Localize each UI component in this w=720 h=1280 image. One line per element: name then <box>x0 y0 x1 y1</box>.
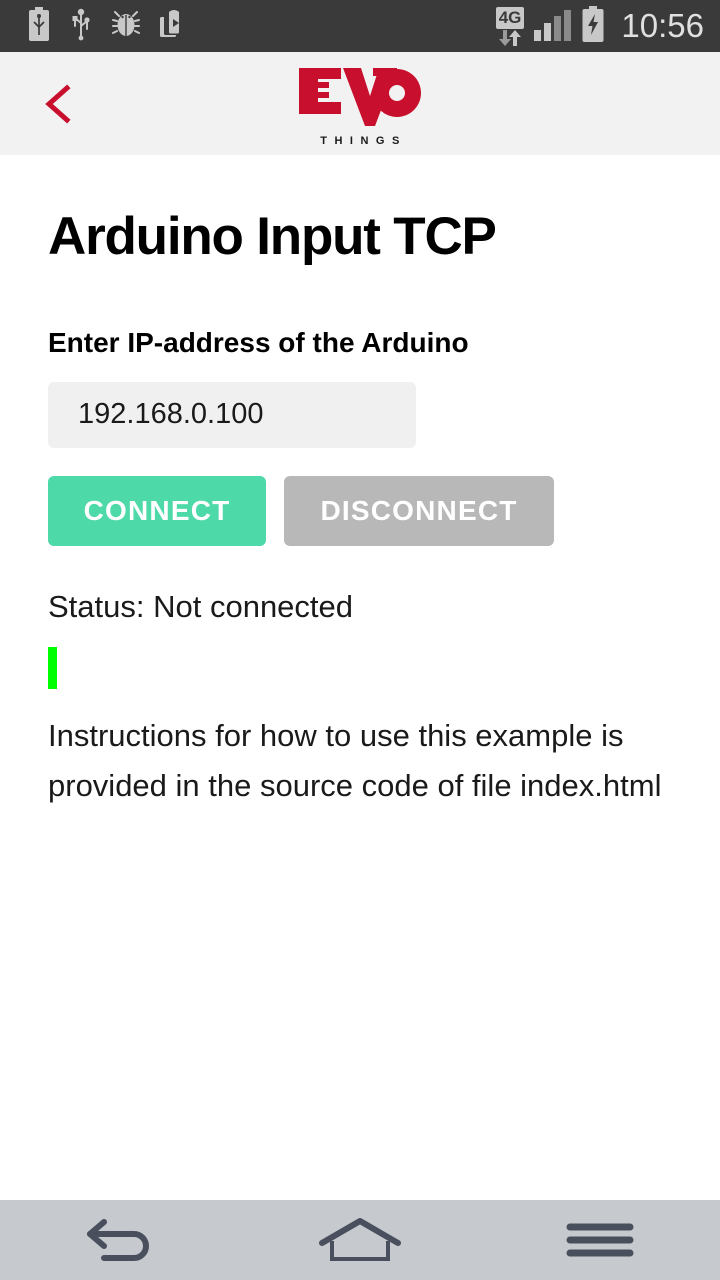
usb-battery-icon <box>28 6 50 46</box>
back-chevron-icon[interactable] <box>36 77 80 131</box>
battery-charging-icon <box>581 5 605 47</box>
connection-status-text: Status: Not connected <box>48 588 354 624</box>
instructions-text: Instructions for how to use this example… <box>48 717 662 803</box>
nav-home-icon[interactable] <box>290 1200 430 1280</box>
ip-address-input[interactable] <box>48 381 416 448</box>
value-indicator-row <box>48 646 672 689</box>
value-indicator-bar <box>48 646 57 689</box>
status-bar-right-icons: 4G 10:56 <box>495 5 704 47</box>
android-navigation-bar <box>0 1200 720 1280</box>
evo-logo-mark <box>299 68 421 131</box>
evothings-logo-subtitle: THINGS <box>320 135 407 147</box>
phone-screen: 4G 10:56 THINGS Arduino Input TCP Enter … <box>0 0 720 1280</box>
android-status-bar: 4G 10:56 <box>0 0 720 52</box>
page-title: Arduino Input TCP <box>48 207 497 266</box>
nav-back-icon[interactable] <box>50 1200 190 1280</box>
network-type-indicator: 4G <box>495 6 525 46</box>
status-bar-left-icons <box>16 6 188 46</box>
connect-button[interactable]: CONNECT <box>48 475 266 546</box>
page-content: Arduino Input TCP Enter IP-address of th… <box>0 155 720 811</box>
debug-bug-icon <box>112 9 140 44</box>
network-type-label: 4G <box>495 6 525 29</box>
status-bar-clock: 10:56 <box>621 7 704 44</box>
evothings-logo: THINGS <box>299 68 421 147</box>
usb-icon <box>70 7 92 46</box>
connection-buttons: CONNECT DISCONNECT <box>48 475 672 546</box>
ip-field-label: Enter IP-address of the Arduino <box>48 327 469 358</box>
nav-menu-icon[interactable] <box>530 1200 670 1280</box>
play-store-icon <box>160 9 188 44</box>
down-up-arrows-icon <box>497 29 523 46</box>
signal-bars-icon <box>534 10 572 41</box>
app-header: THINGS <box>0 52 720 155</box>
disconnect-button[interactable]: DISCONNECT <box>284 475 554 546</box>
